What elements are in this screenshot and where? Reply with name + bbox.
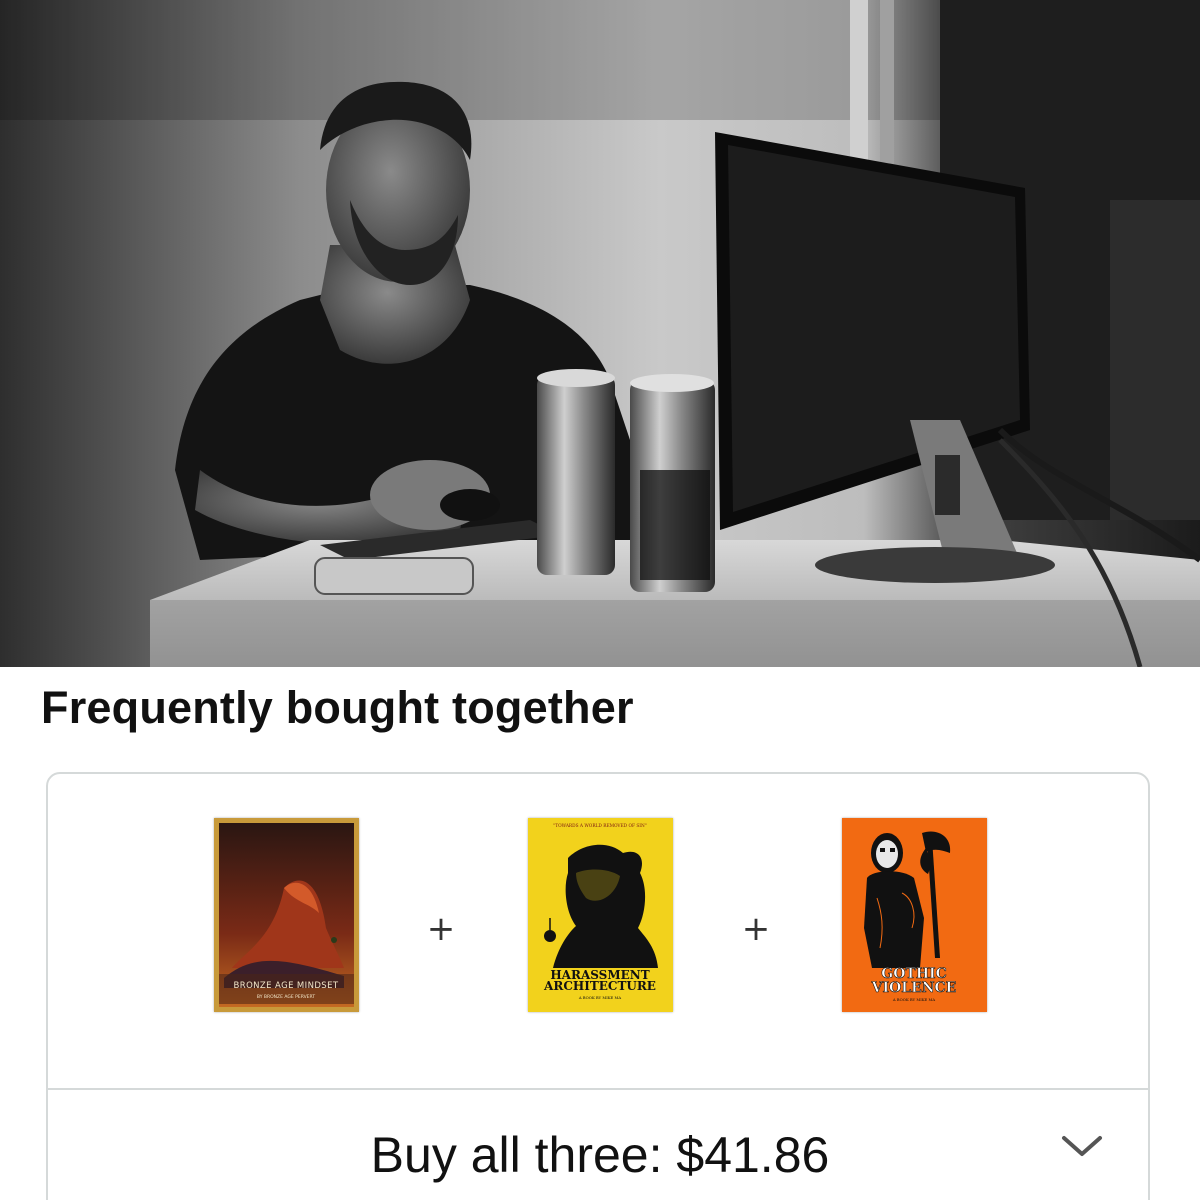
- section-title: Frequently bought together: [41, 682, 634, 733]
- photo-illustration: [0, 0, 1200, 667]
- book-cover-harassment-architecture[interactable]: "TOWARDS A WORLD REMOVED OF SIN" HARASSM…: [528, 818, 673, 1012]
- book-byline: A BOOK BY MIKE MA: [892, 997, 936, 1002]
- book-cover-art: GOTHIC VIOLENCE A BOOK BY MIKE MA: [842, 818, 987, 1012]
- plus-separator: +: [741, 909, 771, 949]
- book-byline: A BOOK BY MIKE MA: [578, 995, 622, 1000]
- chevron-down-icon[interactable]: [1058, 1130, 1106, 1162]
- book-title: BRONZE AGE MINDSET: [234, 981, 339, 991]
- buy-all-row[interactable]: Buy all three: $41.86: [48, 1090, 1148, 1200]
- book-title-line2: VIOLENCE: [871, 980, 957, 996]
- book-cover-art: "TOWARDS A WORLD REMOVED OF SIN" HARASSM…: [528, 818, 673, 1012]
- book-byline: BY BRONZE AGE PERVERT: [257, 994, 315, 1000]
- book-cover-art: BRONZE AGE MINDSET BY BRONZE AGE PERVERT: [214, 818, 359, 1012]
- books-row: BRONZE AGE MINDSET BY BRONZE AGE PERVERT…: [48, 774, 1148, 1090]
- page: Frequently bought together BRONZE AGE MI…: [0, 0, 1200, 1200]
- book-tagline: "TOWARDS A WORLD REMOVED OF SIN": [553, 824, 647, 829]
- book-cover-gothic-violence[interactable]: GOTHIC VIOLENCE A BOOK BY MIKE MA: [842, 818, 987, 1012]
- book-cover-bronze-age-mindset[interactable]: BRONZE AGE MINDSET BY BRONZE AGE PERVERT: [214, 818, 359, 1012]
- product-photo: [0, 0, 1200, 667]
- book-title-line2: ARCHITECTURE: [543, 979, 656, 993]
- bought-together-card: BRONZE AGE MINDSET BY BRONZE AGE PERVERT…: [46, 772, 1150, 1200]
- buy-all-label[interactable]: Buy all three: $41.86: [48, 1126, 1152, 1184]
- plus-separator: +: [426, 909, 456, 949]
